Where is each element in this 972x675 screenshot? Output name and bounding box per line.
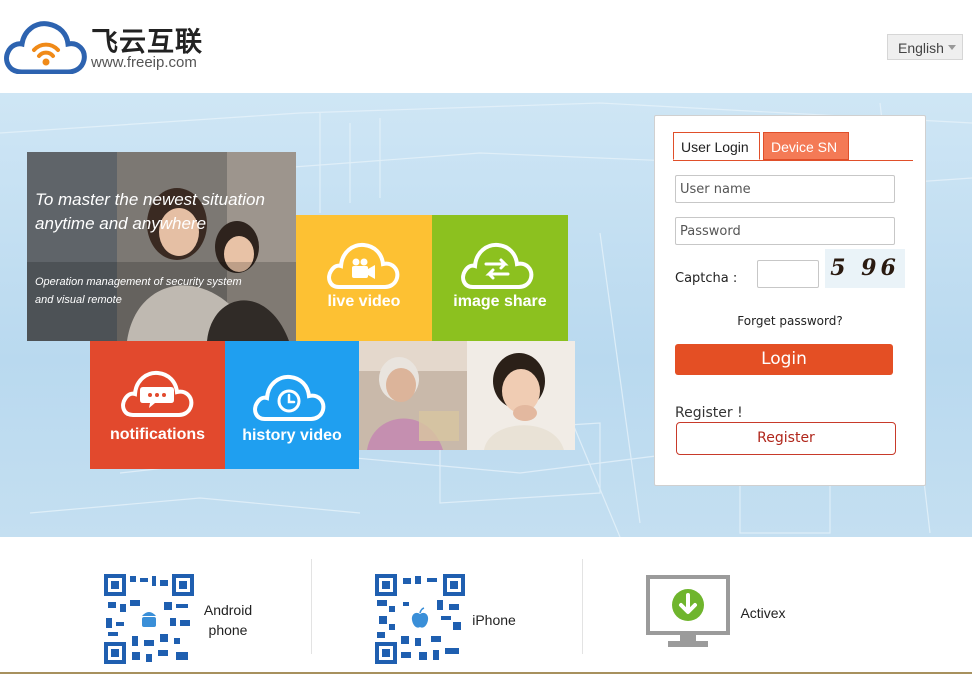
android-download-label[interactable]: Android phone bbox=[195, 600, 261, 640]
banner-subline-line2: and visual remote bbox=[35, 294, 122, 306]
cloud-wifi-logo-icon bbox=[4, 21, 87, 74]
login-panel: User Login Device SN User name Password … bbox=[654, 115, 926, 486]
tile-image-share[interactable]: image share bbox=[432, 215, 568, 341]
tile-image-share-label: image share bbox=[453, 293, 547, 310]
share-arrows-cloud-icon bbox=[461, 242, 534, 289]
forgot-password-link[interactable]: Forget password? bbox=[655, 314, 925, 328]
footer-bottom-border bbox=[0, 672, 972, 674]
hero-banner: To master the newest situation anytime a… bbox=[0, 93, 972, 537]
header: 飞云互联 www.freeip.com English bbox=[0, 0, 972, 93]
android-label-line1: Android bbox=[203, 602, 253, 618]
register-button[interactable]: Register bbox=[676, 422, 896, 455]
iphone-download-label[interactable]: iPhone bbox=[466, 610, 522, 630]
android-qr-code-icon[interactable] bbox=[104, 574, 194, 664]
banner-headline-line1: To master the newest situation bbox=[35, 190, 265, 209]
tab-device-sn[interactable]: Device SN bbox=[763, 132, 849, 160]
activex-download-label[interactable]: Activex bbox=[735, 603, 791, 623]
family-photo-image bbox=[27, 152, 296, 341]
banner-headline-line2: anytime and anywhere bbox=[35, 214, 207, 233]
banner-subline: Operation management of security system … bbox=[35, 273, 242, 309]
banner-subline-line1: Operation management of security system bbox=[35, 276, 242, 288]
tab-user-login[interactable]: User Login bbox=[673, 132, 760, 160]
tile-history-video-label: history video bbox=[242, 427, 342, 444]
clock-cloud-icon bbox=[253, 374, 326, 421]
tile-notifications[interactable]: notifications bbox=[90, 341, 225, 469]
tile-history-video[interactable]: history video bbox=[225, 341, 359, 469]
language-select[interactable]: English bbox=[887, 34, 963, 60]
banner-headline: To master the newest situation anytime a… bbox=[35, 188, 265, 236]
register-label: Register ! bbox=[675, 405, 743, 421]
family-photo-2 bbox=[359, 341, 575, 450]
language-value: English bbox=[898, 40, 944, 56]
monitor-download-icon[interactable] bbox=[646, 575, 730, 649]
tile-notifications-label: notifications bbox=[109, 426, 206, 443]
footer: Android phone iPhone Activex bbox=[0, 537, 972, 675]
family-photo-tile: To master the newest situation anytime a… bbox=[27, 152, 296, 341]
android-label-line2: phone bbox=[208, 622, 248, 638]
elderly-and-child-photo bbox=[359, 341, 575, 450]
video-camera-cloud-icon bbox=[327, 242, 400, 289]
tile-live-video[interactable]: live video bbox=[296, 215, 432, 341]
password-input[interactable]: Password bbox=[675, 217, 895, 245]
footer-divider bbox=[582, 559, 583, 654]
captcha-label: Captcha : bbox=[675, 271, 738, 286]
captcha-input[interactable] bbox=[757, 260, 819, 288]
login-button[interactable]: Login bbox=[675, 344, 893, 375]
chat-bubble-cloud-icon bbox=[121, 370, 194, 417]
iphone-qr-code-icon[interactable] bbox=[375, 574, 465, 664]
username-input[interactable]: User name bbox=[675, 175, 895, 203]
footer-divider bbox=[311, 559, 312, 654]
tile-live-video-label: live video bbox=[327, 293, 401, 310]
captcha-image[interactable]: 5 96 bbox=[825, 249, 905, 288]
chevron-down-icon bbox=[948, 45, 956, 50]
brand-url: www.freeip.com bbox=[91, 54, 197, 71]
